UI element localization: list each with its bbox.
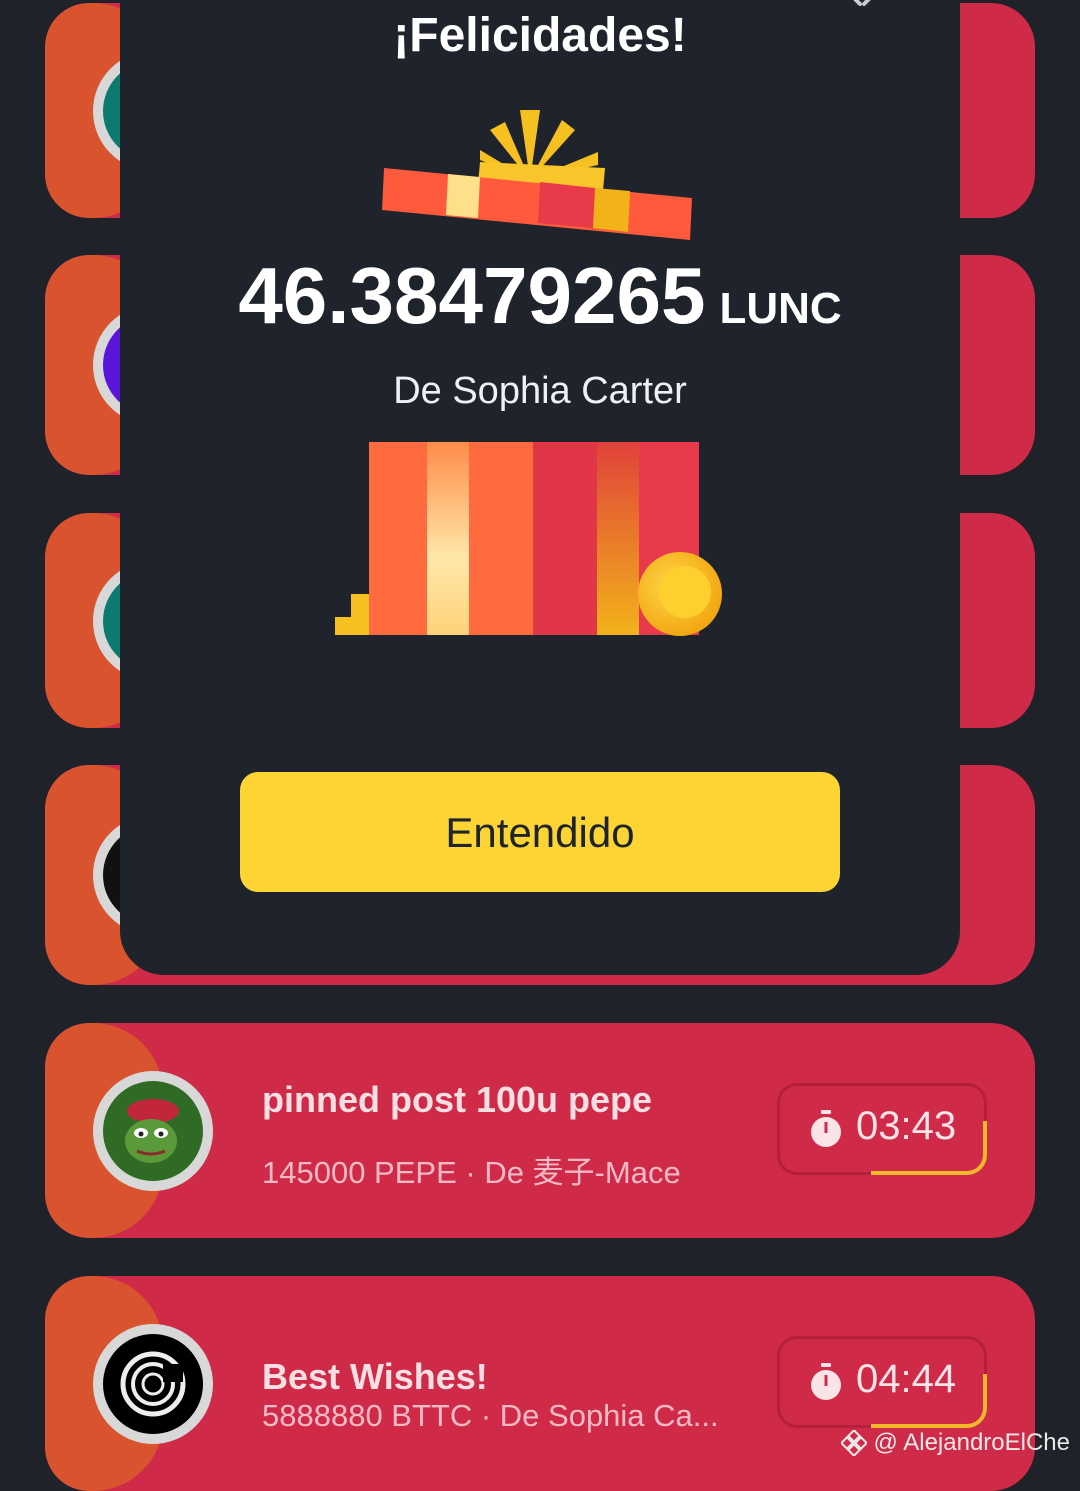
packet-card-pepe[interactable]: pinned post 100u pepe 145000 PEPE · De 麦…	[45, 1023, 1035, 1238]
amount-value: 46.38479265	[238, 251, 706, 340]
reward-amount: 46.38479265 LUNC	[120, 250, 960, 342]
stopwatch-icon	[811, 1109, 841, 1147]
watermark-text: @ AlejandroElChe	[873, 1429, 1070, 1456]
modal-title: ¡Felicidades!	[393, 9, 687, 62]
packet-title: pinned post 100u pepe	[262, 1078, 653, 1120]
pepe-avatar	[93, 1070, 213, 1191]
gift-box-icon	[335, 442, 722, 636]
watermark: @ AlejandroElChe	[839, 1428, 1070, 1458]
amount-unit: LUNC	[719, 284, 842, 333]
reward-modal: ¡Felicidades! 46.38479265 LUNC De Sophia …	[120, 0, 960, 975]
sender-name: De Sophia Carter	[393, 370, 687, 412]
binance-logo-icon	[839, 1428, 868, 1458]
packet-title: Best Wishes!	[262, 1356, 488, 1397]
bttc-avatar	[93, 1324, 213, 1444]
packet-subtitle: 5888880 BTTC · De Sophia Ca...	[262, 1398, 719, 1433]
timer-text: 04:44	[856, 1357, 957, 1401]
countdown-timer[interactable]: 04:44	[777, 1336, 987, 1428]
packet-card-bttc[interactable]: Best Wishes! 5888880 BTTC · De Sophia Ca…	[45, 1276, 1035, 1491]
timer-text: 03:43	[856, 1103, 957, 1148]
understood-button[interactable]: Entendido	[240, 772, 840, 892]
packet-subtitle: 145000 PEPE · De 麦子-Mace	[262, 1154, 681, 1190]
countdown-timer[interactable]: 03:43	[777, 1082, 987, 1175]
gift-lid-icon	[382, 110, 692, 240]
stopwatch-icon	[811, 1363, 841, 1400]
